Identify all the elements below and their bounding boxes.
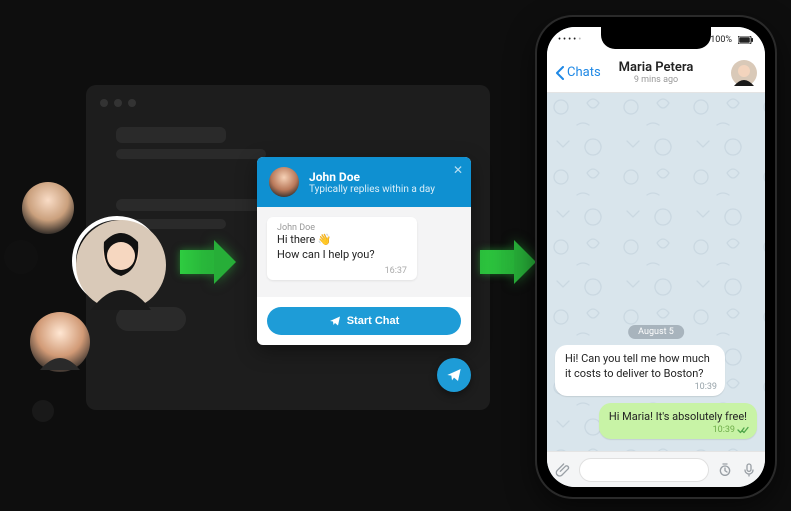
message-input[interactable] <box>579 458 709 482</box>
telegram-fab[interactable] <box>437 358 471 392</box>
telegram-icon <box>446 367 462 383</box>
placeholder-bar <box>116 199 276 211</box>
phone-screen: ••••• 100% Chats Maria Petera 9 mins ago <box>547 27 765 487</box>
reply-hint: Typically replies within a day <box>309 184 435 195</box>
placeholder-bar <box>116 127 226 143</box>
chevron-left-icon <box>555 66 565 80</box>
back-label: Chats <box>567 65 601 80</box>
incoming-message[interactable]: Hi! Can you tell me how much it costs to… <box>555 345 725 396</box>
telegram-icon <box>329 315 341 327</box>
message-time: 10:39 <box>695 381 717 393</box>
battery-percent: 100% <box>710 35 732 45</box>
greeting-bubble: John Doe Hi there 👋 How can I help you? … <box>267 217 417 280</box>
battery-icon <box>738 36 754 44</box>
visitor-avatar <box>30 312 90 372</box>
microphone-icon[interactable] <box>741 462 757 478</box>
visitor-avatar <box>4 240 38 274</box>
message-time: 10:39 <box>713 424 749 436</box>
read-ticks-icon <box>737 426 749 434</box>
visitor-avatar-primary <box>72 216 162 306</box>
agent-name: John Doe <box>309 170 435 184</box>
signal-icon: ••••• <box>557 35 582 45</box>
outgoing-message[interactable]: Hi Maria! It's absolutely free! 10:39 <box>599 403 757 439</box>
window-dots <box>100 99 136 107</box>
visitor-avatar <box>22 182 74 234</box>
date-separator: August 5 <box>628 325 684 339</box>
chat-widget: ✕ John Doe Typically replies within a da… <box>257 157 471 345</box>
placeholder-bar <box>116 149 266 159</box>
widget-header: ✕ John Doe Typically replies within a da… <box>257 157 471 207</box>
start-chat-button[interactable]: Start Chat <box>267 307 461 335</box>
bubble-text: Hi there 👋 How can I help you? <box>277 233 407 263</box>
agent-avatar <box>269 167 299 197</box>
placeholder-button <box>116 307 186 331</box>
flow-arrow-icon <box>180 240 236 284</box>
chat-nav: Chats Maria Petera 9 mins ago <box>547 53 765 93</box>
message-text: Hi! Can you tell me how much it costs to… <box>565 352 710 380</box>
bubble-from: John Doe <box>277 223 407 233</box>
flow-arrow-icon <box>480 240 536 284</box>
bubble-time: 16:37 <box>277 266 407 276</box>
message-text: Hi Maria! It's absolutely free! <box>609 410 747 423</box>
chat-background-pattern <box>547 93 765 451</box>
widget-body: John Doe Hi there 👋 How can I help you? … <box>257 207 471 297</box>
compose-bar <box>547 451 765 487</box>
start-chat-label: Start Chat <box>347 315 400 327</box>
back-button[interactable]: Chats <box>555 65 601 80</box>
chat-area[interactable]: August 5 Hi! Can you tell me how much it… <box>547 93 765 451</box>
visitor-avatar <box>32 400 54 422</box>
contact-avatar[interactable] <box>731 60 757 86</box>
timer-icon[interactable] <box>717 462 733 478</box>
attachment-icon[interactable] <box>555 462 571 478</box>
phone-frame: ••••• 100% Chats Maria Petera 9 mins ago <box>537 17 775 497</box>
close-icon[interactable]: ✕ <box>453 163 463 177</box>
phone-notch <box>601 27 711 49</box>
